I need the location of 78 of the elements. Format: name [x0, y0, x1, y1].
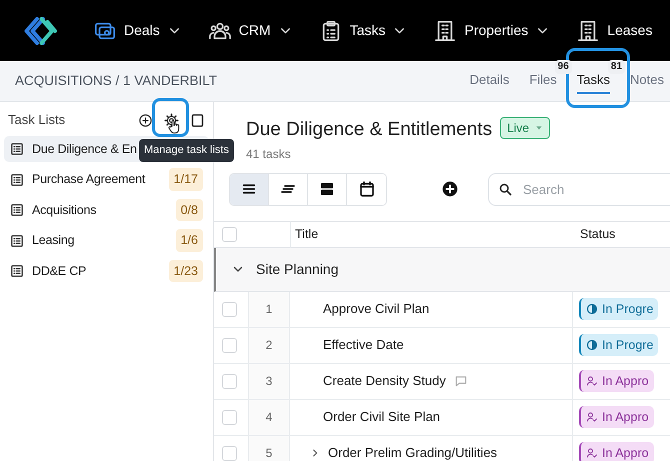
list-icon [10, 142, 24, 156]
nav-menu-button[interactable]: Deals [94, 20, 181, 42]
tab[interactable]: Notes [630, 68, 664, 92]
comment-icon [454, 374, 468, 388]
list-icon [10, 264, 24, 278]
nav-menu-button[interactable]: Leases [577, 20, 652, 42]
count-badge: 96 [554, 60, 572, 74]
task-list-item[interactable]: Leasing 1/6 [4, 228, 209, 254]
group-title: Site Planning [256, 260, 339, 279]
search-field[interactable]: Search [488, 172, 670, 206]
row-number: 1 [266, 301, 272, 318]
task-list-name: Purchase Agreement [32, 171, 146, 188]
status-badge[interactable]: In Appro [579, 406, 654, 428]
list-icon [10, 172, 24, 186]
task-list-name: Leasing [32, 232, 74, 250]
tab[interactable]: Files [529, 68, 557, 92]
checkbox[interactable] [222, 446, 237, 460]
row-number: 3 [266, 373, 272, 390]
list-icon [10, 234, 24, 248]
add-icon[interactable] [138, 112, 152, 128]
settings-icon[interactable] [164, 112, 178, 128]
panel-icon[interactable] [190, 112, 204, 128]
user-check-icon [586, 375, 598, 387]
checkbox[interactable] [222, 410, 237, 424]
row-number: 5 [266, 445, 272, 461]
checkbox[interactable] [222, 338, 237, 352]
plus-circle-icon [442, 181, 458, 197]
row-number: 2 [266, 337, 272, 354]
user-check-icon [586, 447, 598, 459]
caret-icon [535, 124, 544, 132]
page-title: Due Diligence & Entitlements [246, 119, 492, 140]
nav-menu-button[interactable]: CRM [208, 20, 292, 42]
count-badge: 1/23 [168, 260, 203, 282]
hand-cursor-icon [166, 118, 182, 136]
task-list-item[interactable]: Purchase Agreement 1/17 [4, 166, 209, 192]
task-count: 41 tasks [246, 146, 292, 162]
count-badge: 0/8 [176, 198, 203, 222]
task-title[interactable]: Effective Date [323, 335, 404, 355]
search-icon [498, 182, 513, 196]
task-list-item[interactable]: DD&E CP 1/23 [4, 258, 209, 284]
checkbox[interactable] [222, 302, 237, 316]
task-list-name: DD&E CP [32, 262, 86, 280]
task-list-name: Due Diligence & En [32, 140, 137, 158]
progress-icon [586, 339, 598, 351]
list-icon [10, 203, 24, 217]
view-switcher[interactable] [229, 172, 387, 206]
sidebar-title: Task Lists [8, 111, 66, 130]
user-check-icon [586, 411, 598, 423]
task-title[interactable]: Order Prelim Grading/Utilities [328, 443, 498, 461]
breadcrumb: ACQUISITIONS / 1 VANDERBILT [15, 72, 218, 90]
column-header[interactable]: Status [580, 224, 616, 244]
view-button[interactable] [230, 174, 269, 204]
checkbox[interactable] [222, 374, 237, 388]
count-badge: 1/6 [176, 229, 203, 252]
row-number: 4 [266, 409, 272, 426]
progress-icon [586, 303, 598, 315]
task-list-name: Acquisitions [32, 202, 96, 219]
status-dropdown[interactable]: Live [500, 117, 550, 139]
status-badge[interactable]: In Progre [579, 298, 658, 320]
count-badge: 1/17 [168, 168, 203, 191]
status-badge[interactable]: In Progre [579, 334, 658, 356]
task-list-item[interactable]: Acquisitions 0/8 [4, 197, 209, 223]
add-button[interactable] [442, 181, 458, 197]
checkbox[interactable] [222, 226, 237, 242]
count-badge: 81 [608, 60, 626, 74]
task-title[interactable]: Approve Civil Plan [323, 299, 430, 319]
column-header[interactable]: Title [295, 224, 318, 244]
chevron-right-icon[interactable] [310, 448, 320, 458]
calendar-icon [358, 180, 376, 198]
status-badge[interactable]: In Appro [579, 370, 654, 392]
status-badge[interactable]: In Appro [579, 442, 654, 461]
tab[interactable]: Details [470, 68, 510, 92]
task-title[interactable]: Order Civil Site Plan [323, 407, 440, 427]
cards-view-icon [318, 180, 336, 198]
tooltip: Manage task lists [139, 139, 234, 162]
nav-menu-button[interactable]: Tasks [320, 20, 406, 42]
task-title[interactable]: Create Density Study [323, 371, 446, 391]
nav-menu-button[interactable]: Properties [434, 20, 550, 42]
